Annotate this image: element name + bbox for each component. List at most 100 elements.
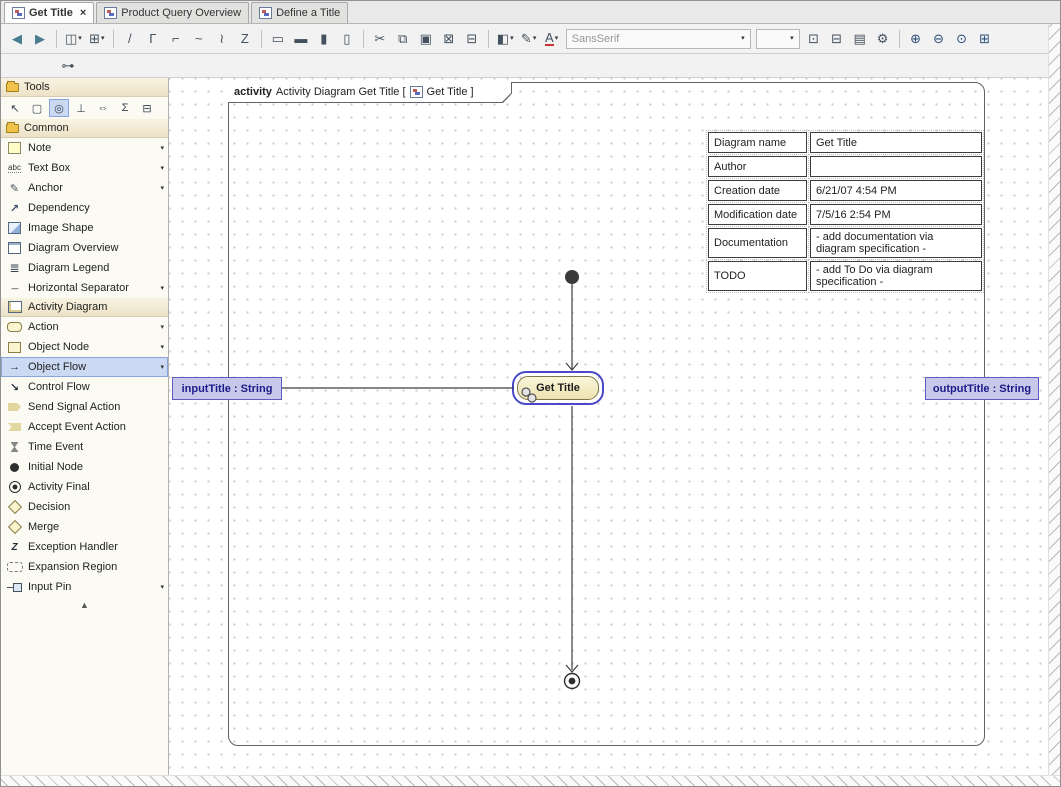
output-parameter-node[interactable]: outputTitle : String	[925, 377, 1039, 400]
pointer-tool[interactable]: ↖	[5, 99, 25, 117]
zigzag-path-button[interactable]: Z	[234, 27, 256, 51]
same-height-button[interactable]: ▬	[290, 27, 312, 51]
pan-tool[interactable]: ◎	[49, 99, 69, 117]
input-parameter-node[interactable]: inputTitle : String	[172, 377, 282, 400]
autosize-button[interactable]: ▯	[336, 27, 358, 51]
edit-compartments-button[interactable]: ▤	[849, 27, 871, 51]
paste-button[interactable]: ▣	[415, 27, 437, 51]
sidebar-item-diagram-overview[interactable]: Diagram Overview	[1, 238, 168, 258]
sidebar-item-object-flow[interactable]: Object Flow▾	[1, 357, 168, 377]
close-tab-icon[interactable]: ×	[80, 8, 86, 19]
send-to-back-button[interactable]: ⊟	[826, 27, 848, 51]
fill-color-button[interactable]: ◧▾	[494, 27, 517, 51]
bring-to-front-button[interactable]: ⊡	[803, 27, 825, 51]
zoom-in-button[interactable]: ⊕	[905, 27, 927, 51]
info-value-cell[interactable]: - add documentation via diagram specific…	[810, 228, 982, 258]
action-get-title[interactable]: Get Title	[517, 376, 599, 400]
chevron-down-icon[interactable]: ▾	[160, 285, 164, 292]
sidebar-item-dependency[interactable]: Dependency	[1, 198, 168, 218]
info-value-cell[interactable]: - add To Do via diagram specification -	[810, 261, 982, 291]
layout-region-tool[interactable]: ⊟	[137, 99, 157, 117]
sidebar-item-anchor[interactable]: Anchor▾	[1, 178, 168, 198]
fit-in-window-button[interactable]: ⊞	[974, 27, 996, 51]
add-diagram-button[interactable]: ⊞▾	[86, 27, 108, 51]
info-label-cell[interactable]: Author	[708, 156, 807, 177]
info-value-cell[interactable]	[810, 156, 982, 177]
sidebar-item-note[interactable]: Note▾	[1, 138, 168, 158]
collapse-palette-button[interactable]: ▲	[1, 597, 168, 613]
group-header-tools[interactable]: Tools	[1, 78, 168, 97]
chevron-down-icon[interactable]: ▾	[160, 145, 164, 152]
sidebar-item-horizontal-separator[interactable]: Horizontal Separator▾	[1, 278, 168, 298]
diagram-canvas[interactable]: activity Activity Diagram Get Title [ Ge…	[169, 78, 1060, 786]
sidebar-item-object-node[interactable]: Object Node▾	[1, 337, 168, 357]
sidebar-item-send-signal-action[interactable]: Send Signal Action	[1, 397, 168, 417]
same-width-button[interactable]: ▭	[267, 27, 289, 51]
related-elements-button[interactable]: ⊶	[57, 54, 79, 78]
tab-get-title[interactable]: Get Title×	[4, 2, 94, 23]
font-family-combo[interactable]: SansSerif▾	[566, 29, 751, 49]
chevron-down-icon[interactable]: ▾	[160, 165, 164, 172]
sidebar-item-time-event[interactable]: Time Event	[1, 437, 168, 457]
sidebar-item-text-box[interactable]: Text Box ▾	[1, 158, 168, 178]
sidebar-item-control-flow[interactable]: Control Flow	[1, 377, 168, 397]
line-color-button[interactable]: ✎▾	[518, 27, 540, 51]
sidebar-item-diagram-legend[interactable]: Diagram Legend	[1, 258, 168, 278]
frame-title-tab[interactable]: activity Activity Diagram Get Title [ Ge…	[228, 82, 512, 103]
tab-define-a-title[interactable]: Define a Title	[251, 2, 348, 23]
zoom-out-button[interactable]: ⊖	[928, 27, 950, 51]
info-label-cell[interactable]: Documentation	[708, 228, 807, 258]
object-flow-icon	[6, 361, 23, 374]
sidebar-item-label: Text Box	[28, 162, 155, 174]
spline-path-button[interactable]: ≀	[211, 27, 233, 51]
sidebar-item-exception-handler[interactable]: Exception Handler	[1, 537, 168, 557]
info-label-cell[interactable]: Diagram name	[708, 132, 807, 153]
sidebar-item-input-pin[interactable]: Input Pin▾	[1, 577, 168, 597]
align-tool[interactable]: ⊥	[71, 99, 91, 117]
curved-path-icon: ~	[195, 32, 203, 45]
sidebar-item-initial-node[interactable]: Initial Node	[1, 457, 168, 477]
layout-button[interactable]: ⚙	[872, 27, 894, 51]
action-selection-border: Get Title	[512, 371, 604, 405]
info-value-cell[interactable]: 7/5/16 2:54 PM	[810, 204, 982, 225]
group-header-activity-diagram[interactable]: Activity Diagram	[1, 298, 168, 317]
summary-tool[interactable]: Σ	[115, 99, 135, 117]
containment-button[interactable]: ◫▾	[62, 27, 85, 51]
info-label-cell[interactable]: TODO	[708, 261, 807, 291]
back-button[interactable]: ◀	[6, 27, 28, 51]
forward-button[interactable]: ▶	[29, 27, 51, 51]
sidebar-item-expansion-region[interactable]: Expansion Region	[1, 557, 168, 577]
sidebar-item-accept-event-action[interactable]: Accept Event Action	[1, 417, 168, 437]
rounded-path-button[interactable]: ⌐	[165, 27, 187, 51]
oblique-path-button[interactable]: /	[119, 27, 141, 51]
same-size-button[interactable]: ▮	[313, 27, 335, 51]
sidebar-item-decision[interactable]: Decision	[1, 497, 168, 517]
chevron-down-icon[interactable]: ▾	[160, 324, 164, 331]
tab-product-query-overview[interactable]: Product Query Overview	[96, 2, 249, 23]
sidebar-item-activity-final[interactable]: Activity Final	[1, 477, 168, 497]
sidebar-item-action[interactable]: Action▾	[1, 317, 168, 337]
info-value-cell[interactable]: 6/21/07 4:54 PM	[810, 180, 982, 201]
sidebar-item-image-shape[interactable]: Image Shape	[1, 218, 168, 238]
group-header-common[interactable]: Common	[1, 119, 168, 138]
sidebar-item-merge[interactable]: Merge	[1, 517, 168, 537]
delete-from-diagram-button[interactable]: ⊟	[461, 27, 483, 51]
chevron-down-icon[interactable]: ▾	[160, 364, 164, 371]
curved-path-button[interactable]: ~	[188, 27, 210, 51]
group-select-tool[interactable]: ▢	[27, 99, 47, 117]
chevron-down-icon[interactable]: ▾	[160, 344, 164, 351]
info-label-cell[interactable]: Modification date	[708, 204, 807, 225]
chevron-down-icon[interactable]: ▾	[160, 185, 164, 192]
info-label-cell[interactable]: Creation date	[708, 180, 807, 201]
delete-button[interactable]: ⊠	[438, 27, 460, 51]
font-size-combo[interactable]: ▾	[756, 29, 800, 49]
zoom-one-to-one-button[interactable]: ⊙	[951, 27, 973, 51]
copy-button[interactable]: ⧉	[392, 27, 414, 51]
info-value-cell[interactable]: Get Title	[810, 132, 982, 153]
font-color-button[interactable]: A▾	[541, 27, 563, 51]
distribute-tool[interactable]: ⇔	[93, 99, 113, 117]
cut-button[interactable]: ✂	[369, 27, 391, 51]
diagram-info-table[interactable]: Diagram nameGet TitleAuthor Creation date…	[705, 129, 985, 294]
rectilinear-path-button[interactable]: Γ	[142, 27, 164, 51]
chevron-down-icon[interactable]: ▾	[160, 584, 164, 591]
